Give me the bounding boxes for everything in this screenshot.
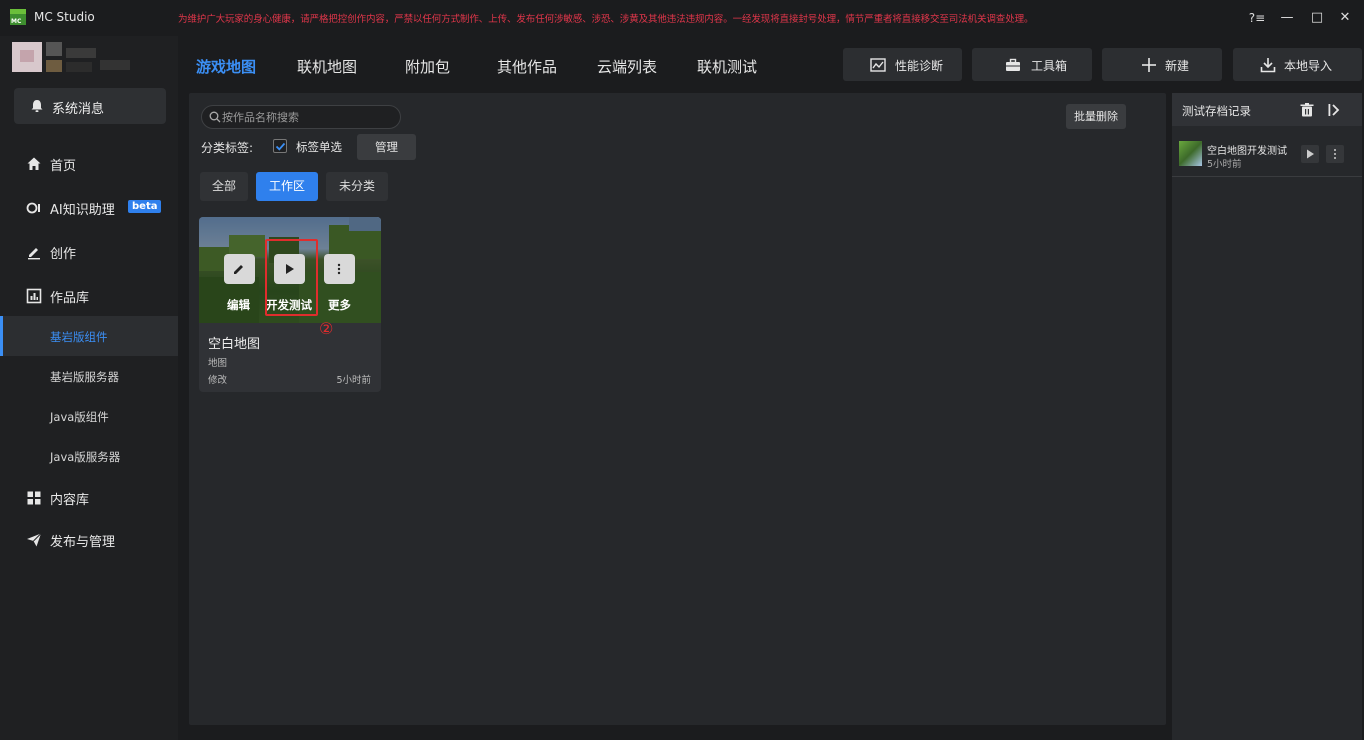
nav-library[interactable]: 作品库 xyxy=(0,276,178,316)
record-more-button[interactable] xyxy=(1326,145,1344,163)
play-icon xyxy=(1307,149,1314,159)
record-play-button[interactable] xyxy=(1301,145,1319,163)
sidebar-item-java-servers[interactable]: Java版服务器 xyxy=(0,436,178,476)
collapse-panel-icon[interactable] xyxy=(1326,102,1342,118)
nav-create-label: 创作 xyxy=(50,247,77,262)
work-time: 5小时前 xyxy=(336,375,371,386)
bulk-delete-button[interactable]: 批量删除 xyxy=(1066,104,1126,129)
system-message-label: 系统消息 xyxy=(52,102,105,117)
nav-home[interactable]: 首页 xyxy=(0,144,178,184)
nav-content-library[interactable]: 内容库 xyxy=(0,478,178,518)
more-button[interactable] xyxy=(324,254,355,284)
diagnose-label: 性能诊断 xyxy=(895,59,944,73)
check-icon xyxy=(275,142,286,151)
tab-game-map[interactable]: 游戏地图 xyxy=(196,56,256,77)
chart-icon xyxy=(870,58,886,72)
filter-uncategorized[interactable]: 未分类 xyxy=(326,172,388,201)
toolbox-label: 工具箱 xyxy=(1031,59,1068,73)
tab-other-works[interactable]: 其他作品 xyxy=(497,56,557,77)
single-select-checkbox[interactable] xyxy=(273,139,287,153)
diagnose-button[interactable]: 性能诊断 xyxy=(843,48,962,81)
test-records-header: 测试存档记录 xyxy=(1172,93,1362,126)
work-modified-label: 修改 xyxy=(208,375,228,386)
tab-cloud-list[interactable]: 云端列表 xyxy=(597,56,657,77)
title-bar: MC MC Studio 为维护广大玩家的身心健康，请严格把控创作内容，严禁以任… xyxy=(0,0,1364,36)
filter-all[interactable]: 全部 xyxy=(200,172,248,201)
content-notice: 为维护广大玩家的身心健康，请严格把控创作内容，严禁以任何方式制作、上传、发布任何… xyxy=(178,14,1034,25)
nav-content-label: 内容库 xyxy=(50,493,90,508)
system-message-button[interactable]: 系统消息 xyxy=(14,88,166,124)
local-import-button[interactable]: 本地导入 xyxy=(1233,48,1362,81)
close-icon[interactable]: ✕ xyxy=(1335,8,1355,28)
avatar[interactable] xyxy=(12,42,130,72)
toolbox-icon xyxy=(1006,58,1020,71)
app-logo: MC xyxy=(10,9,26,25)
single-select-label: 标签单选 xyxy=(296,140,342,154)
sidebar-item-bedrock-components[interactable]: 基岩版组件 xyxy=(0,316,178,356)
toolbox-button[interactable]: 工具箱 xyxy=(972,48,1092,81)
nav-home-label: 首页 xyxy=(50,159,77,174)
manage-tags-button[interactable]: 管理 xyxy=(357,134,416,160)
more-vertical-icon xyxy=(1334,149,1336,159)
test-records-panel: 测试存档记录 空白地图开发测试 5小时前 xyxy=(1172,93,1362,740)
new-label: 新建 xyxy=(1165,59,1190,73)
sidebar-item-label: Java版服务器 xyxy=(50,450,121,464)
work-card[interactable]: 编辑 开发测试 更多 ② 空白地图 地图 修改 5小时前 xyxy=(199,217,381,392)
works-panel: 批量删除 分类标签: 标签单选 管理 全部 工作区 未分类 xyxy=(189,93,1166,725)
nav-create[interactable]: 创作 xyxy=(0,232,178,272)
bell-icon xyxy=(31,100,43,112)
library-icon xyxy=(26,288,42,304)
test-record-item[interactable]: 空白地图开发测试 5小时前 xyxy=(1172,135,1362,177)
more-vertical-icon xyxy=(337,263,341,275)
search-box[interactable] xyxy=(201,105,401,129)
sidebar-item-bedrock-servers[interactable]: 基岩版服务器 xyxy=(0,356,178,396)
nav-publish[interactable]: 发布与管理 xyxy=(0,520,178,560)
record-name: 空白地图开发测试 xyxy=(1207,146,1287,157)
filter-workspace[interactable]: 工作区 xyxy=(256,172,318,201)
pen-icon xyxy=(28,248,40,260)
sidebar: 系统消息 首页 AI知识助理 beta 创作 作品库 基岩版组件 基岩版服务器 … xyxy=(0,36,178,740)
send-icon xyxy=(27,533,42,547)
download-icon xyxy=(1260,58,1276,73)
help-icon[interactable]: ?≡ xyxy=(1247,8,1267,28)
search-input[interactable] xyxy=(222,109,392,125)
tab-addon[interactable]: 附加包 xyxy=(405,56,450,77)
grid-icon xyxy=(27,491,41,505)
edit-button[interactable] xyxy=(224,254,255,284)
tab-online-map[interactable]: 联机地图 xyxy=(297,56,357,77)
new-button[interactable]: 新建 xyxy=(1102,48,1222,81)
home-icon xyxy=(27,157,41,170)
record-time: 5小时前 xyxy=(1207,159,1242,170)
ai-icon xyxy=(26,202,40,214)
record-thumbnail xyxy=(1179,141,1202,166)
sidebar-item-label: 基岩版服务器 xyxy=(50,370,119,384)
work-thumbnail: 编辑 开发测试 更多 xyxy=(199,217,381,323)
test-records-title: 测试存档记录 xyxy=(1182,104,1251,118)
nav-ai-assistant[interactable]: AI知识助理 beta xyxy=(0,188,178,228)
work-type: 地图 xyxy=(208,358,228,369)
tab-online-test[interactable]: 联机测试 xyxy=(697,56,757,77)
nav-ai-label: AI知识助理 xyxy=(50,203,115,218)
edit-label: 编辑 xyxy=(227,298,250,312)
trash-icon[interactable] xyxy=(1299,102,1315,118)
import-label: 本地导入 xyxy=(1284,59,1333,73)
app-title: MC Studio xyxy=(34,10,95,24)
minimize-icon[interactable]: — xyxy=(1277,8,1297,28)
nav-library-label: 作品库 xyxy=(50,291,90,306)
step-marker: ② xyxy=(319,319,334,338)
category-label: 分类标签: xyxy=(201,141,254,155)
plus-icon xyxy=(1142,58,1156,72)
sidebar-item-label: Java版组件 xyxy=(50,410,109,424)
nav-publish-label: 发布与管理 xyxy=(50,535,116,550)
maximize-icon[interactable]: □ xyxy=(1307,8,1327,28)
pencil-icon xyxy=(234,265,243,274)
sidebar-item-label: 基岩版组件 xyxy=(50,330,108,344)
search-icon xyxy=(209,111,221,123)
more-label: 更多 xyxy=(328,298,351,312)
work-title: 空白地图 xyxy=(208,337,261,352)
sidebar-item-java-components[interactable]: Java版组件 xyxy=(0,396,178,436)
dev-test-highlight xyxy=(265,239,318,316)
beta-badge: beta xyxy=(128,200,162,213)
